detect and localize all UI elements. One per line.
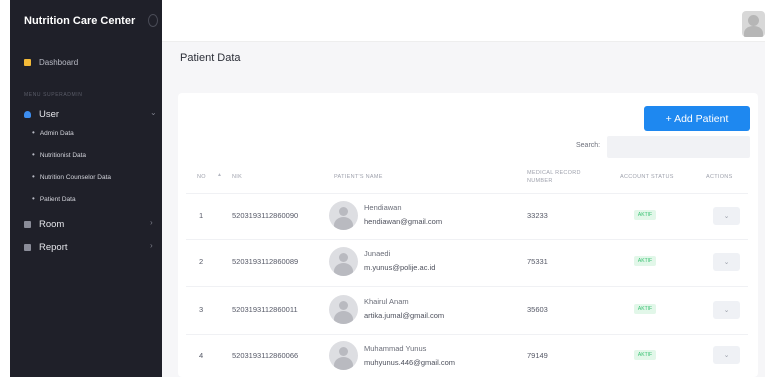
cell-no: 1 <box>199 211 204 220</box>
user-avatar[interactable] <box>742 11 765 37</box>
cell-no: 2 <box>199 257 204 266</box>
chevron-down-icon[interactable]: ⌄ <box>150 109 157 117</box>
sidebar-subitem-label: Nutritionist Data <box>39 151 87 159</box>
report-icon <box>24 244 31 251</box>
cell-patient-name: Muhammad Yunus <box>364 344 427 353</box>
sidebar-toggle-icon[interactable] <box>148 14 158 27</box>
sidebar-subitem-nutritionist-data[interactable]: • Nutritionist Data <box>32 151 86 159</box>
sidebar-item-label: Room <box>39 219 65 230</box>
cell-patient-name: Khairul Anam <box>364 297 409 306</box>
sidebar-item-label: Dashboard <box>39 58 79 67</box>
cell-nik: 5203193112860090 <box>232 211 299 220</box>
sidebar-subitem-patient-data[interactable]: • Patient Data <box>32 195 76 203</box>
row-divider <box>186 239 748 240</box>
sidebar: Nutrition Care Center Dashboard MENU SUP… <box>10 0 162 377</box>
chevron-down-icon: ⌄ <box>723 213 730 220</box>
bullet-icon: • <box>32 172 35 181</box>
search-label: Search: <box>576 142 601 149</box>
sidebar-item-report[interactable]: Report <box>24 242 68 253</box>
row-divider <box>186 334 748 335</box>
row-divider <box>186 193 748 194</box>
sidebar-item-dashboard[interactable]: Dashboard <box>24 58 78 67</box>
dashboard-icon <box>24 59 31 66</box>
sort-icon[interactable]: ▲ <box>217 172 222 178</box>
status-badge: AKTIF <box>634 304 656 314</box>
column-header-no[interactable]: NO <box>197 174 206 181</box>
row-action-button[interactable]: ⌄ <box>713 301 740 319</box>
chevron-down-icon: ⌄ <box>723 307 730 314</box>
sidebar-subitem-nutrition-counselor-data[interactable]: • Nutrition Counselor Data <box>32 173 111 181</box>
page-title: Patient Data <box>180 52 241 64</box>
add-patient-button[interactable]: + Add Patient <box>644 106 750 131</box>
cell-patient-name: Junaedi <box>364 249 391 258</box>
cell-patient-email: hendiawan@gmail.com <box>364 217 443 226</box>
sidebar-subitem-label: Patient Data <box>39 195 76 203</box>
row-action-button[interactable]: ⌄ <box>713 253 740 271</box>
cell-patient-name: Hendiawan <box>364 203 402 212</box>
patient-avatar <box>329 201 358 230</box>
bullet-icon: • <box>32 150 35 159</box>
status-badge: AKTIF <box>634 350 656 360</box>
sidebar-item-user[interactable]: User <box>24 109 59 120</box>
user-icon <box>24 111 31 118</box>
chevron-down-icon: ⌄ <box>723 259 730 266</box>
column-header-actions: ACTIONS <box>706 174 733 180</box>
sidebar-item-label: User <box>39 109 60 120</box>
patient-avatar <box>329 247 358 276</box>
cell-nik: 5203193112860066 <box>232 351 299 360</box>
bullet-icon: • <box>32 194 35 203</box>
patient-avatar <box>329 341 358 370</box>
sidebar-subitem-label: Nutrition Counselor Data <box>39 173 111 181</box>
cell-no: 3 <box>199 305 204 314</box>
chevron-down-icon: ⌄ <box>723 352 730 359</box>
column-header-patient-name[interactable]: PATIENT'S NAME <box>334 174 383 181</box>
bullet-icon: • <box>32 128 35 137</box>
brand-title: Nutrition Care Center <box>24 15 136 27</box>
column-header-nik[interactable]: NIK <box>232 174 242 181</box>
room-icon <box>24 221 31 228</box>
chevron-right-icon[interactable]: › <box>150 242 153 250</box>
sidebar-subitem-label: Admin Data <box>39 129 74 137</box>
search-input[interactable] <box>607 136 750 158</box>
cell-patient-email: artika.jumal@gmail.com <box>364 311 445 320</box>
sidebar-item-label: Report <box>39 242 68 253</box>
topbar <box>162 0 765 42</box>
patient-avatar <box>329 295 358 324</box>
sidebar-section-label: MENU SUPERADMIN <box>24 92 83 98</box>
chevron-right-icon[interactable]: › <box>150 219 153 227</box>
row-divider <box>186 286 748 287</box>
cell-patient-email: muhyunus.446@gmail.com <box>364 358 455 367</box>
status-badge: AKTIF <box>634 256 656 266</box>
row-action-button[interactable]: ⌄ <box>713 346 740 364</box>
column-header-mrn-line1[interactable]: MEDICAL RECORD <box>527 170 581 177</box>
cell-nik: 5203193112860089 <box>232 257 299 266</box>
cell-nik: 5203193112860011 <box>232 305 298 314</box>
cell-no: 4 <box>199 351 204 360</box>
sidebar-item-room[interactable]: Room <box>24 219 64 230</box>
cell-mrn: 75331 <box>527 257 548 266</box>
cell-mrn: 79149 <box>527 351 548 360</box>
sidebar-subitem-admin-data[interactable]: • Admin Data <box>32 129 74 137</box>
row-action-button[interactable]: ⌄ <box>713 207 740 225</box>
status-badge: AKTIF <box>634 210 656 220</box>
cell-mrn: 35603 <box>527 305 548 314</box>
cell-mrn: 33233 <box>527 211 548 220</box>
column-header-account-status[interactable]: ACCOUNT STATUS <box>620 174 674 181</box>
column-header-mrn-line2[interactable]: NUMBER <box>527 178 553 185</box>
cell-patient-email: m.yunus@polije.ac.id <box>364 263 436 272</box>
